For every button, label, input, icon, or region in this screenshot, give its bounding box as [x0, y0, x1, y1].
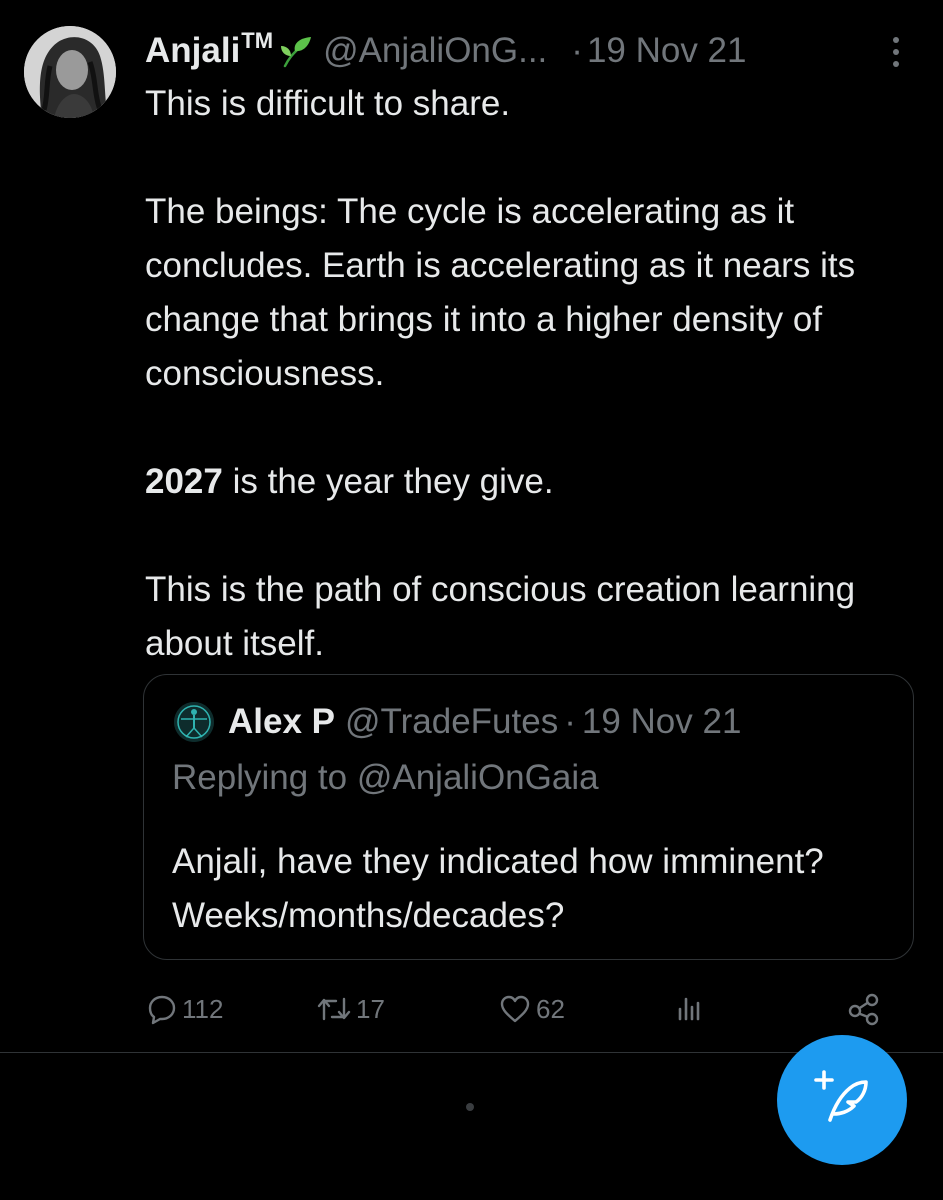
- tweet-action-bar: 112 17 62: [146, 986, 906, 1032]
- tweet-paragraph-4: This is the path of conscious creation l…: [145, 570, 856, 663]
- quoted-tweet-card[interactable]: Alex P @TradeFutes · 19 Nov 21 Replying …: [143, 674, 914, 960]
- views-button[interactable]: [674, 986, 706, 1032]
- author-name[interactable]: Anjali: [145, 28, 240, 74]
- share-icon: [846, 991, 882, 1027]
- separator-dot: ·: [571, 31, 583, 70]
- quoted-tweet-text: Anjali, have they indicated how imminent…: [172, 842, 824, 935]
- reply-button[interactable]: 112: [146, 986, 223, 1032]
- tweet-paragraph-3: 2027 is the year they give.: [145, 455, 915, 509]
- tweet-paragraph-1: This is difficult to share.: [145, 84, 511, 123]
- compose-feather-icon: [810, 1066, 874, 1135]
- quoted-author-name: Alex P: [228, 702, 335, 741]
- tweet-date[interactable]: 19 Nov 21: [587, 28, 747, 74]
- trademark-mark: TM: [241, 28, 274, 53]
- highlighted-year: 2027: [145, 462, 223, 501]
- reply-icon: [146, 993, 178, 1025]
- quoted-separator-dot: ·: [564, 702, 576, 741]
- heart-icon: [498, 993, 532, 1025]
- retweet-button[interactable]: 17: [316, 986, 385, 1032]
- author-handle[interactable]: @AnjaliOnG...: [323, 28, 547, 74]
- compose-tweet-button[interactable]: [777, 1035, 907, 1165]
- retweet-count: 17: [356, 993, 385, 1024]
- tweet-text: This is difficult to share. The beings: …: [145, 77, 915, 671]
- tweet-header: Anjali TM @AnjaliOnG... · 19 Nov 21: [145, 28, 747, 74]
- like-button[interactable]: 62: [498, 986, 565, 1032]
- tweet-paragraph-2: The beings: The cycle is accelerating as…: [145, 192, 856, 393]
- retweet-icon: [316, 993, 352, 1025]
- quoted-author-avatar: [174, 702, 214, 742]
- share-button[interactable]: [846, 986, 882, 1032]
- quoted-tweet-date: 19 Nov 21: [581, 702, 742, 741]
- author-avatar[interactable]: [24, 26, 116, 118]
- bar-chart-icon: [674, 993, 706, 1025]
- replying-to-label: Replying to @AnjaliOnGaia: [172, 758, 599, 797]
- scroll-indicator-dot: [466, 1103, 474, 1111]
- reply-count: 112: [182, 993, 224, 1024]
- like-count: 62: [536, 993, 565, 1024]
- seedling-icon: [279, 34, 313, 68]
- quoted-author-handle: @TradeFutes: [345, 702, 559, 741]
- more-options-icon[interactable]: [884, 34, 908, 70]
- quoted-tweet-header: Alex P @TradeFutes · 19 Nov 21: [174, 700, 741, 744]
- tweet-paragraph-3-rest: is the year they give.: [222, 462, 554, 501]
